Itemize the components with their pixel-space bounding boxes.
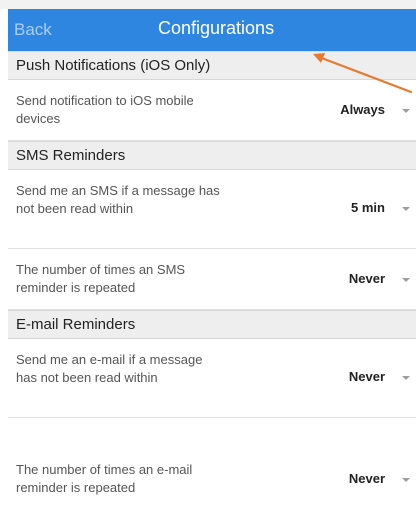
setting-label: The number of times an SMS reminder is r… [16,262,186,295]
setting-label: Send notification to iOS mobile devices [16,93,194,126]
settings-list: Push Notifications (iOS Only) Send notif… [8,51,416,508]
setting-label: The number of times an e-mail reminder i… [16,462,193,495]
section-header-sms-reminders: SMS Reminders [8,141,416,170]
section-header-email-reminders: E-mail Reminders [8,310,416,339]
setting-value-select[interactable]: Never [349,271,385,286]
dropdown-arrow-icon[interactable] [402,207,410,211]
section-title: Push Notifications (iOS Only) [16,57,211,74]
setting-label: Send me an e-mail if a message has not b… [16,352,203,385]
configurations-screen: Back Configurations Push Notifications (… [0,0,416,508]
setting-row-email-repeat[interactable]: The number of times an e-mail reminder i… [8,418,416,508]
section-title: SMS Reminders [16,147,126,164]
status-bar [0,0,416,9]
setting-row-sms-delay[interactable]: Send me an SMS if a message has not been… [8,170,416,249]
back-button[interactable]: Back [14,20,52,40]
setting-value-select[interactable]: Never [349,471,385,486]
section-title: E-mail Reminders [16,316,136,333]
setting-row-sms-repeat[interactable]: The number of times an SMS reminder is r… [8,249,416,310]
navigation-bar: Back Configurations [8,9,416,51]
setting-row-ios-notification[interactable]: Send notification to iOS mobile devices … [8,80,416,141]
dropdown-arrow-icon[interactable] [402,278,410,282]
setting-value-select[interactable]: 5 min [351,200,385,215]
setting-row-email-delay[interactable]: Send me an e-mail if a message has not b… [8,339,416,418]
setting-label: Send me an SMS if a message has not been… [16,183,220,216]
setting-value-select[interactable]: Never [349,369,385,384]
dropdown-arrow-icon[interactable] [402,109,410,113]
dropdown-arrow-icon[interactable] [402,376,410,380]
page-title: Configurations [158,18,275,38]
setting-value-select[interactable]: Always [340,102,385,117]
section-header-push-notifications: Push Notifications (iOS Only) [8,51,416,80]
dropdown-arrow-icon[interactable] [402,478,410,482]
